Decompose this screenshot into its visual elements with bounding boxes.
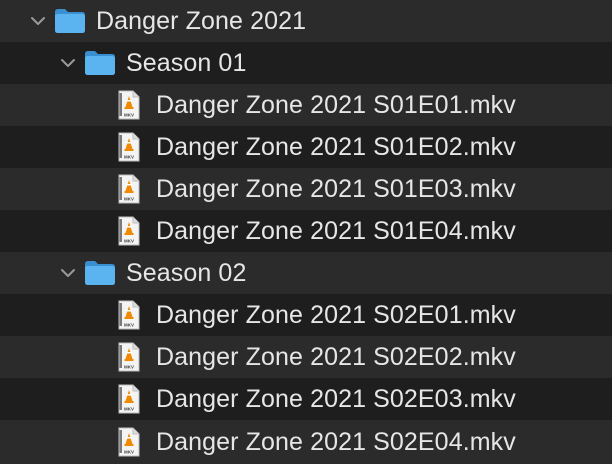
- file-row[interactable]: MKV Danger Zone 2021 S01E03.mkv: [0, 168, 612, 210]
- file-label: Danger Zone 2021 S02E04.mkv: [156, 427, 516, 456]
- file-row[interactable]: MKV Danger Zone 2021 S01E01.mkv: [0, 84, 612, 126]
- folder-label: Danger Zone 2021: [96, 6, 307, 35]
- folder-icon: [84, 260, 116, 286]
- file-label: Danger Zone 2021 S02E03.mkv: [156, 384, 516, 413]
- mkv-file-icon: MKV: [118, 427, 140, 457]
- svg-text:MKV: MKV: [124, 365, 134, 370]
- chevron-down-icon[interactable]: [58, 53, 78, 73]
- mkv-file-icon: MKV: [118, 174, 140, 204]
- folder-row-season-01[interactable]: Season 01: [0, 42, 612, 84]
- svg-text:MKV: MKV: [124, 113, 134, 118]
- file-label: Danger Zone 2021 S01E01.mkv: [156, 90, 516, 119]
- mkv-file-icon: MKV: [118, 132, 140, 162]
- file-row[interactable]: MKV Danger Zone 2021 S01E02.mkv: [0, 126, 612, 168]
- mkv-file-icon: MKV: [118, 216, 140, 246]
- mkv-file-icon: MKV: [118, 90, 140, 120]
- file-row[interactable]: MKV Danger Zone 2021 S01E04.mkv: [0, 210, 612, 252]
- folder-row-season-02[interactable]: Season 02: [0, 252, 612, 294]
- mkv-file-icon: MKV: [118, 342, 140, 372]
- mkv-file-icon: MKV: [118, 300, 140, 330]
- finder-list-view: Danger Zone 2021 Season 01 MKV Danger Zo…: [0, 0, 612, 464]
- folder-icon: [54, 8, 86, 34]
- svg-text:MKV: MKV: [124, 155, 134, 160]
- file-label: Danger Zone 2021 S01E04.mkv: [156, 216, 516, 245]
- svg-text:MKV: MKV: [124, 239, 134, 244]
- folder-label: Season 01: [126, 48, 247, 77]
- chevron-down-icon[interactable]: [28, 11, 48, 31]
- svg-text:MKV: MKV: [124, 450, 134, 455]
- svg-text:MKV: MKV: [124, 407, 134, 412]
- folder-row-danger-zone-2021[interactable]: Danger Zone 2021: [0, 0, 612, 42]
- svg-text:MKV: MKV: [124, 197, 134, 202]
- file-label: Danger Zone 2021 S02E02.mkv: [156, 342, 516, 371]
- chevron-down-icon[interactable]: [58, 263, 78, 283]
- mkv-file-icon: MKV: [118, 384, 140, 414]
- file-row[interactable]: MKV Danger Zone 2021 S02E03.mkv: [0, 378, 612, 420]
- folder-label: Season 02: [126, 258, 247, 287]
- file-label: Danger Zone 2021 S01E03.mkv: [156, 174, 516, 203]
- file-row[interactable]: MKV Danger Zone 2021 S02E04.mkv: [0, 420, 612, 464]
- file-row[interactable]: MKV Danger Zone 2021 S02E02.mkv: [0, 336, 612, 378]
- file-row[interactable]: MKV Danger Zone 2021 S02E01.mkv: [0, 294, 612, 336]
- folder-icon: [84, 50, 116, 76]
- file-label: Danger Zone 2021 S02E01.mkv: [156, 300, 516, 329]
- file-label: Danger Zone 2021 S01E02.mkv: [156, 132, 516, 161]
- svg-text:MKV: MKV: [124, 323, 134, 328]
